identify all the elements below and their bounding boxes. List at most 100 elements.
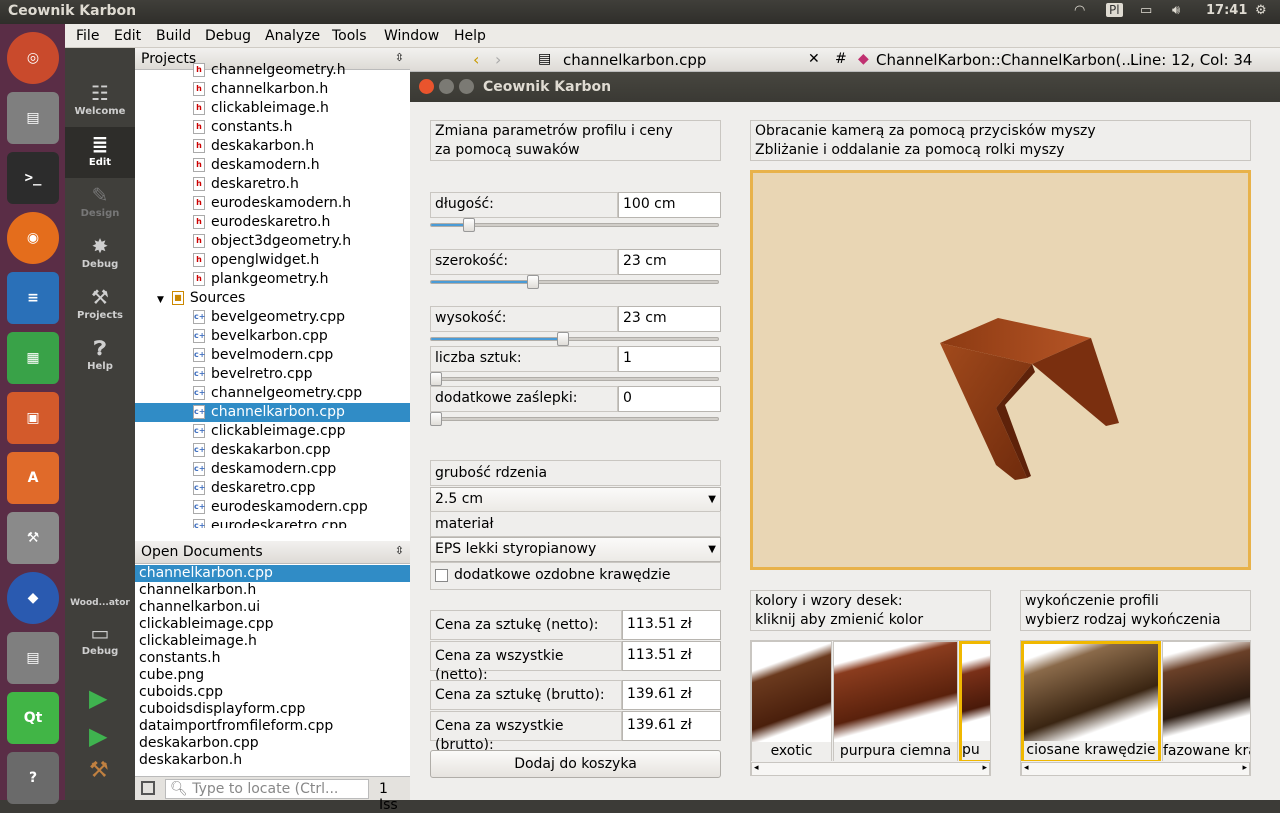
tree-file-item[interactable]: h constants.h — [135, 118, 410, 137]
tree-file-item[interactable]: h deskaretro.h — [135, 175, 410, 194]
tree-file-item[interactable]: c+ clickableimage.cpp — [135, 422, 410, 441]
scroll-left-icon[interactable]: ◂ — [754, 763, 759, 773]
battery-icon[interactable]: ▭ — [1140, 3, 1152, 18]
clock[interactable]: 17:41 — [1206, 3, 1247, 18]
mode-debug[interactable]: ✸ Debug — [65, 229, 135, 280]
open-document-item[interactable]: constants.h — [135, 650, 410, 667]
color-thumb-selected[interactable]: pu — [959, 641, 990, 761]
sidebar-toggle-icon[interactable] — [141, 781, 155, 795]
slider-handle[interactable] — [557, 332, 569, 346]
param-value-field[interactable]: 1 — [618, 346, 721, 372]
menu-edit[interactable]: Edit — [114, 28, 141, 44]
slider-handle[interactable] — [430, 372, 442, 386]
wifi-icon[interactable]: ◠ — [1074, 3, 1085, 18]
keyboard-layout-indicator[interactable]: Pl — [1106, 3, 1123, 17]
tree-file-item[interactable]: c+ deskamodern.cpp — [135, 460, 410, 479]
tree-file-item[interactable]: c+ channelkarbon.cpp — [135, 403, 410, 422]
open-document-item[interactable]: clickableimage.cpp — [135, 616, 410, 633]
extra-edges-row[interactable]: dodatkowe ozdobne krawędzie — [430, 562, 721, 590]
close-file-icon[interactable]: ✕ — [808, 51, 820, 67]
tree-file-item[interactable]: c+ deskaretro.cpp — [135, 479, 410, 498]
finish-thumb-selected[interactable]: ciosane krawędzie — [1021, 641, 1161, 761]
open-document-item[interactable]: deskakarbon.cpp — [135, 735, 410, 752]
scroll-right-icon[interactable]: ▸ — [982, 763, 987, 773]
param-slider[interactable] — [430, 337, 719, 341]
tree-file-item[interactable]: h channelgeometry.h — [135, 61, 410, 80]
ubuntu-logo-icon[interactable]: ◎ — [7, 32, 59, 84]
open-document-item[interactable]: cuboids.cpp — [135, 684, 410, 701]
extra-edges-checkbox[interactable] — [435, 568, 448, 582]
kit-selector[interactable]: ▭ Debug — [65, 616, 135, 667]
software-center-icon[interactable]: A — [7, 452, 59, 504]
build-hammer-icon[interactable]: ⚒ — [89, 758, 109, 783]
menu-help[interactable]: Help — [454, 28, 486, 44]
open-document-item[interactable]: channelkarbon.h — [135, 582, 410, 599]
open-document-item[interactable]: deskakarbon.h — [135, 752, 410, 769]
drop-app-icon[interactable]: ◆ — [7, 572, 59, 624]
tree-file-item[interactable]: h eurodeskaretro.h — [135, 213, 410, 232]
open-documents-list[interactable]: channelkarbon.cpp channelkarbon.h channelk… — [135, 565, 410, 777]
open-document-item[interactable]: dataimportfromfileform.cpp — [135, 718, 410, 735]
mode-welcome[interactable]: ☷ Welcome — [65, 76, 135, 127]
gear-icon[interactable]: ⚙ — [1255, 3, 1267, 18]
minimize-icon[interactable] — [439, 79, 454, 94]
pane-selector-icon[interactable]: ⇳ — [395, 544, 404, 557]
color-thumb[interactable]: purpura ciemna — [833, 641, 958, 761]
3d-viewport[interactable] — [750, 170, 1251, 570]
tree-file-item[interactable]: h clickableimage.h — [135, 99, 410, 118]
scroll-right-icon[interactable]: ▸ — [1242, 763, 1247, 773]
scroll-left-icon[interactable]: ◂ — [1024, 763, 1029, 773]
tree-file-item[interactable]: c+ bevelmodern.cpp — [135, 346, 410, 365]
back-arrow-icon[interactable]: ‹ — [473, 50, 479, 69]
tree-file-item[interactable]: c+ eurodeskamodern.cpp — [135, 498, 410, 517]
issues-tab[interactable]: 1 Iss — [379, 781, 410, 813]
slider-handle[interactable] — [430, 412, 442, 426]
tree-file-item[interactable]: h channelkarbon.h — [135, 80, 410, 99]
firefox-icon[interactable]: ◉ — [7, 212, 59, 264]
param-slider[interactable] — [430, 417, 719, 421]
maximize-icon[interactable] — [459, 79, 474, 94]
close-icon[interactable] — [419, 79, 434, 94]
tree-file-item[interactable]: c+ bevelkarbon.cpp — [135, 327, 410, 346]
param-value-field[interactable]: 100 cm — [618, 192, 721, 218]
current-file[interactable]: channelkarbon.cpp — [563, 51, 706, 69]
slider-handle[interactable] — [463, 218, 475, 232]
files-icon[interactable]: ▤ — [7, 632, 59, 684]
core-thickness-combo[interactable]: 2.5 cm ▼ — [430, 487, 721, 512]
tree-file-item[interactable]: h openglwidget.h — [135, 251, 410, 270]
tree-file-item[interactable]: c+ bevelretro.cpp — [135, 365, 410, 384]
colors-scrollbar[interactable]: ◂ ▸ — [751, 762, 990, 775]
debug-run-icon[interactable]: ▶ — [89, 722, 107, 750]
param-value-field[interactable]: 23 cm — [618, 306, 721, 332]
open-document-item[interactable]: cuboidsdisplayform.cpp — [135, 701, 410, 718]
tree-file-item[interactable]: h plankgeometry.h — [135, 270, 410, 289]
collapse-arrow-icon[interactable]: ▼ — [157, 295, 164, 305]
sources-folder[interactable]: ▼ ■ Sources — [135, 289, 410, 308]
material-combo[interactable]: EPS lekki styropianowy ▼ — [430, 537, 721, 562]
open-document-item[interactable]: cube.png — [135, 667, 410, 684]
symbol-selector[interactable]: ChannelKarbon::ChannelKarbon(... — [876, 51, 1136, 69]
tree-file-item[interactable]: c+ eurodeskaretro.cpp — [135, 517, 410, 528]
finish-scrollbar[interactable]: ◂ ▸ — [1021, 762, 1250, 775]
locator-input[interactable]: 🔍︎ Type to locate (Ctrl... — [165, 779, 369, 799]
file-manager-icon[interactable]: ▤ — [7, 92, 59, 144]
tree-file-item[interactable]: h deskamodern.h — [135, 156, 410, 175]
menu-file[interactable]: File — [76, 28, 99, 44]
add-to-cart-button[interactable]: Dodaj do koszyka — [430, 750, 721, 778]
menu-analyze[interactable]: Analyze — [265, 28, 320, 44]
calc-icon[interactable]: ▦ — [7, 332, 59, 384]
project-file-list[interactable]: h channelgeometry.h h channelkarbon.h h click… — [135, 61, 410, 528]
tree-file-item[interactable]: h eurodeskamodern.h — [135, 194, 410, 213]
tree-file-item[interactable]: c+ bevelgeometry.cpp — [135, 308, 410, 327]
tree-file-item[interactable]: c+ deskakarbon.cpp — [135, 441, 410, 460]
open-document-item[interactable]: clickableimage.h — [135, 633, 410, 650]
tree-file-item[interactable]: c+ channelgeometry.cpp — [135, 384, 410, 403]
mode-projects[interactable]: ⚒ Projects — [65, 280, 135, 331]
tree-file-item[interactable]: h object3dgeometry.h — [135, 232, 410, 251]
mode-edit[interactable]: ≣ Edit — [65, 127, 135, 178]
param-slider[interactable] — [430, 377, 719, 381]
mode-help[interactable]: ❓︎ Help — [65, 331, 135, 382]
slider-handle[interactable] — [527, 275, 539, 289]
impress-icon[interactable]: ▣ — [7, 392, 59, 444]
forward-arrow-icon[interactable]: › — [495, 50, 501, 69]
